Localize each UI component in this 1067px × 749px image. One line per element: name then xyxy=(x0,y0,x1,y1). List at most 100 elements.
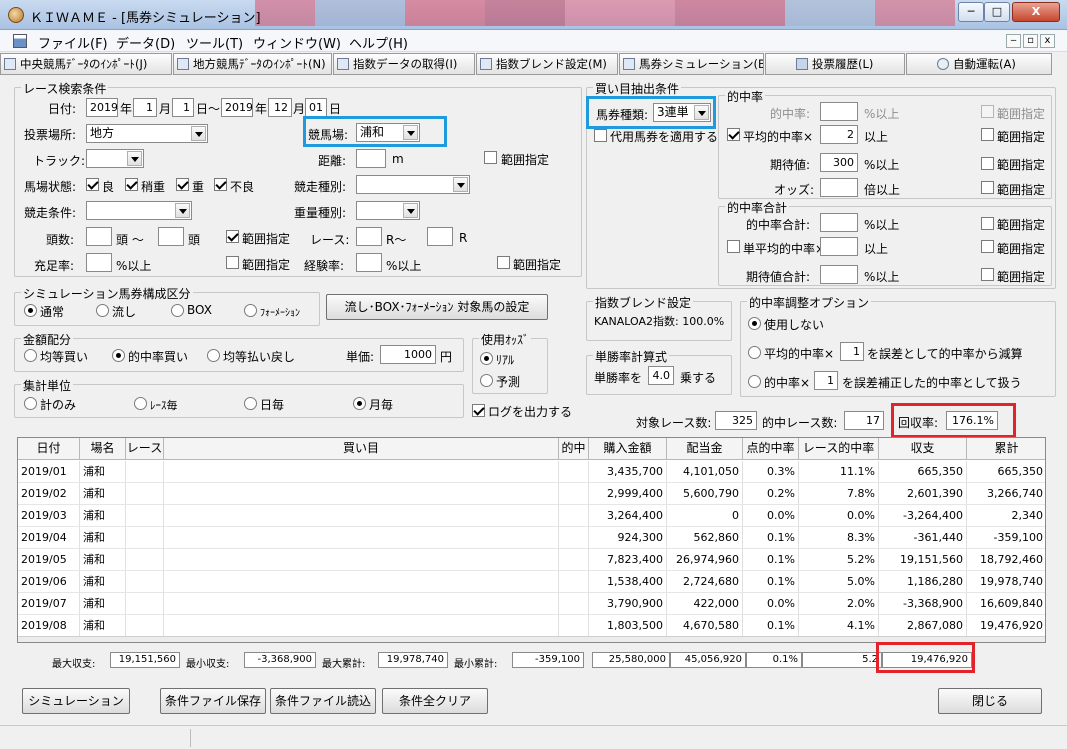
heads-range-checkbox[interactable] xyxy=(226,230,239,243)
table-row[interactable]: 2019/08 浦和 1,803,500 4,670,580 0.1% 4.1% 2,867… xyxy=(18,615,1045,637)
start-day-field[interactable]: 1 xyxy=(172,98,194,117)
unit-price-field[interactable]: 1000 xyxy=(380,345,436,364)
alloc-even-payout-radio[interactable] xyxy=(207,349,220,362)
table-row[interactable]: 2019/05 浦和 7,823,400 26,974,960 0.1% 5.2% 19,1… xyxy=(18,549,1045,571)
weight-select[interactable] xyxy=(356,201,420,220)
save-conditions-button[interactable]: 条件ファイル保存 xyxy=(160,688,266,714)
table-row[interactable]: 2019/02 浦和 2,999,400 5,600,790 0.2% 7.8% 2,601… xyxy=(18,483,1045,505)
distance-field[interactable] xyxy=(356,149,386,168)
single-avg-range-checkbox[interactable] xyxy=(981,240,994,253)
structure-normal-radio[interactable] xyxy=(24,304,37,317)
column-header-venue[interactable]: 場名 xyxy=(80,438,126,460)
column-header-cumulative[interactable]: 累計 xyxy=(967,438,1045,460)
win-rate-exponent-field[interactable]: 4.0 xyxy=(648,366,674,385)
agg-race-radio[interactable] xyxy=(134,397,147,410)
track-select[interactable] xyxy=(86,149,144,168)
exp-range-checkbox[interactable] xyxy=(497,256,510,269)
adjust-none-radio[interactable] xyxy=(748,317,761,330)
hit-rate-field[interactable] xyxy=(820,102,858,121)
adjust-subtract-field[interactable]: 1 xyxy=(840,342,864,361)
end-year-field[interactable]: 2019 xyxy=(221,98,253,117)
agg-month-radio[interactable] xyxy=(353,397,366,410)
hit-total-field[interactable] xyxy=(820,213,858,232)
single-avg-checkbox[interactable] xyxy=(727,240,740,253)
ev-field[interactable]: 300 xyxy=(820,153,858,172)
alloc-even-radio[interactable] xyxy=(24,349,37,362)
odds-field[interactable] xyxy=(820,178,858,197)
heads-to-field[interactable] xyxy=(158,227,184,246)
close-button[interactable]: 閉じる xyxy=(938,688,1042,714)
end-day-field[interactable]: 01 xyxy=(305,98,327,117)
hit-total-range-checkbox[interactable] xyxy=(981,217,994,230)
avg-hit-rate-field[interactable]: 2 xyxy=(820,125,858,144)
distance-range-checkbox[interactable] xyxy=(484,151,497,164)
ev-total-range-checkbox[interactable] xyxy=(981,268,994,281)
column-header-purchase[interactable]: 購入金額 xyxy=(589,438,667,460)
mdi-restore-icon[interactable]: ▫ xyxy=(1023,34,1038,48)
odds-real-radio[interactable] xyxy=(480,352,493,365)
condition-good-checkbox[interactable] xyxy=(86,178,99,191)
race-from-field[interactable] xyxy=(356,227,382,246)
venue-select[interactable]: 地方 xyxy=(86,124,208,143)
race-type-select[interactable] xyxy=(356,175,470,194)
simulation-button[interactable]: シミュレーション xyxy=(22,688,130,714)
minimize-icon[interactable]: ─ xyxy=(958,2,984,22)
fill-field[interactable] xyxy=(86,253,112,272)
race-cond-select[interactable] xyxy=(86,201,192,220)
adjust-subtract-radio[interactable] xyxy=(748,346,761,359)
table-row[interactable]: 2019/03 浦和 3,264,400 0 0.0% 0.0% -3,264,400 2,3… xyxy=(18,505,1045,527)
substitute-ticket-checkbox[interactable] xyxy=(594,129,607,142)
import-central-button[interactable]: 中央競馬ﾃﾞｰﾀのｲﾝﾎﾟｰﾄ(J) xyxy=(0,53,172,75)
auto-run-button[interactable]: 自動運転(A) xyxy=(906,53,1052,75)
maximize-icon[interactable]: □ xyxy=(984,2,1010,22)
table-row[interactable]: 2019/01 浦和 3,435,700 4,101,050 0.3% 11.1% 665,… xyxy=(18,461,1045,483)
menu-data[interactable]: データ(D) xyxy=(116,33,175,52)
results-table[interactable]: 日付 場名 レース 買い目 的中 購入金額 配当金 点的中率 レース的中率 収支 累計 2019/0… xyxy=(17,437,1046,643)
condition-bad-checkbox[interactable] xyxy=(214,178,227,191)
avg-hit-rate-checkbox[interactable] xyxy=(727,128,740,141)
ev-range-checkbox[interactable] xyxy=(981,157,994,170)
structure-formation-radio[interactable] xyxy=(244,304,257,317)
import-local-button[interactable]: 地方競馬ﾃﾞｰﾀのｲﾝﾎﾟｰﾄ(N) xyxy=(173,53,332,75)
column-header-race-rate[interactable]: レース的中率 xyxy=(799,438,879,460)
column-header-date[interactable]: 日付 xyxy=(18,438,80,460)
close-window-icon[interactable]: X xyxy=(1012,2,1060,22)
clear-conditions-button[interactable]: 条件全クリア xyxy=(382,688,488,714)
log-output-checkbox[interactable] xyxy=(472,404,485,417)
menu-help[interactable]: ヘルプ(H) xyxy=(349,33,408,52)
load-conditions-button[interactable]: 条件ファイル読込 xyxy=(270,688,376,714)
odds-range-checkbox[interactable] xyxy=(981,181,994,194)
column-header-profit[interactable]: 収支 xyxy=(879,438,967,460)
start-year-field[interactable]: 2019 xyxy=(86,98,118,117)
alloc-hit-rate-radio[interactable] xyxy=(112,349,125,362)
menu-file[interactable]: ファイル(F) xyxy=(38,33,108,52)
condition-slightly-heavy-checkbox[interactable] xyxy=(125,178,138,191)
blend-settings-button[interactable]: 指数ブレンド設定(M) xyxy=(476,53,618,75)
ticket-simulation-button[interactable]: 馬券シミュレーション(B) xyxy=(619,53,764,75)
vote-history-button[interactable]: 投票履歴(L) xyxy=(765,53,905,75)
ev-total-field[interactable] xyxy=(820,265,858,284)
menu-window[interactable]: ウィンドウ(W) xyxy=(253,33,341,52)
exp-field[interactable] xyxy=(356,253,382,272)
fill-range-checkbox[interactable] xyxy=(226,256,239,269)
agg-total-radio[interactable] xyxy=(24,397,37,410)
hit-rate-range-checkbox[interactable] xyxy=(981,105,994,118)
structure-box-radio[interactable] xyxy=(171,304,184,317)
structure-nagashi-radio[interactable] xyxy=(96,304,109,317)
heads-from-field[interactable] xyxy=(86,227,112,246)
race-to-field[interactable] xyxy=(427,227,453,246)
column-header-bet[interactable]: 買い目 xyxy=(164,438,559,460)
table-row[interactable]: 2019/06 浦和 1,538,400 2,724,680 0.1% 5.0% 1,186… xyxy=(18,571,1045,593)
mdi-minimize-icon[interactable]: ‒ xyxy=(1006,34,1021,48)
agg-day-radio[interactable] xyxy=(244,397,257,410)
target-horse-settings-button[interactable]: 流し･BOX･ﾌｫｰﾒｰｼｮﾝ 対象馬の設定 xyxy=(326,294,548,320)
column-header-payout[interactable]: 配当金 xyxy=(667,438,743,460)
column-header-race[interactable]: レース xyxy=(126,438,164,460)
adjust-correct-radio[interactable] xyxy=(748,375,761,388)
column-header-point-rate[interactable]: 点的中率 xyxy=(743,438,799,460)
fetch-index-button[interactable]: 指数データの取得(I) xyxy=(333,53,475,75)
table-row[interactable]: 2019/07 浦和 3,790,900 422,000 0.0% 2.0% -3,368,… xyxy=(18,593,1045,615)
table-row[interactable]: 2019/04 浦和 924,300 562,860 0.1% 8.3% -361,440-… xyxy=(18,527,1045,549)
adjust-correct-field[interactable]: 1 xyxy=(814,371,838,390)
mdi-close-icon[interactable]: x xyxy=(1040,34,1055,48)
